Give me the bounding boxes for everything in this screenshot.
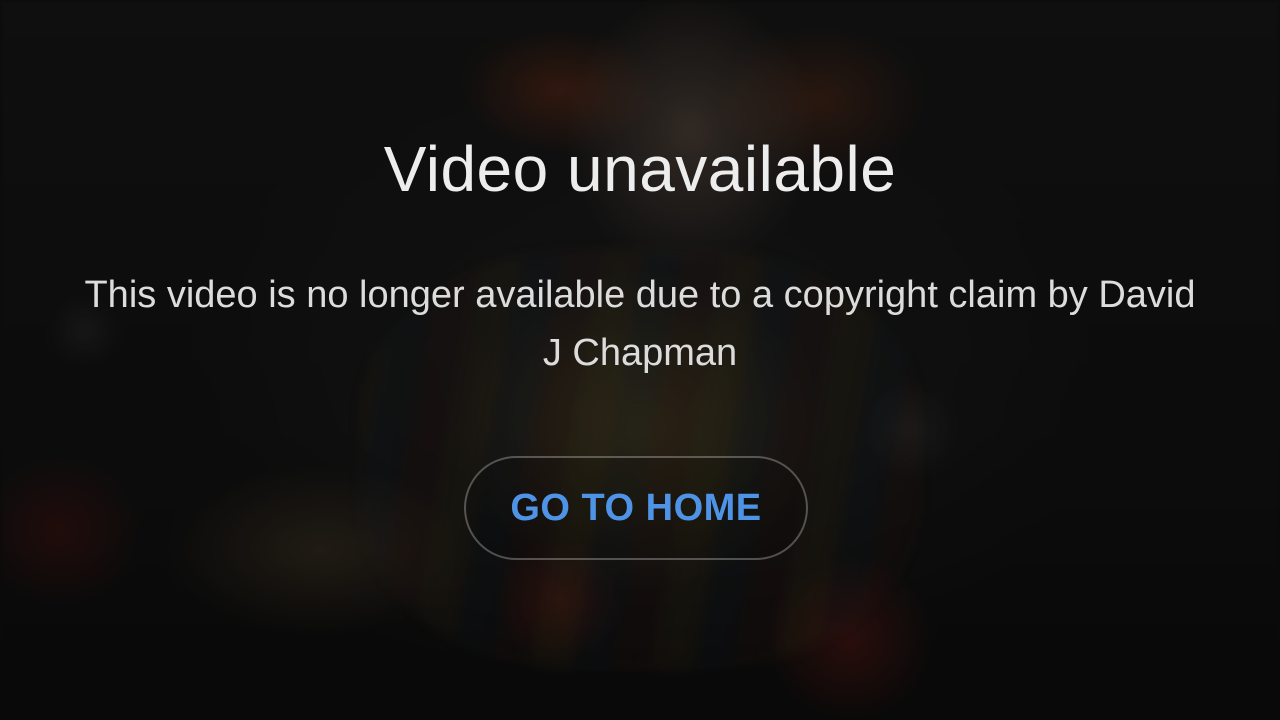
error-panel: Video unavailable This video is no longe…	[0, 0, 1280, 720]
error-title: Video unavailable	[383, 133, 897, 205]
error-message: This video is no longer available due to…	[84, 274, 1196, 374]
video-player-error-screen: Video unavailable This video is no longe…	[0, 0, 1280, 720]
go-to-home-button[interactable]: GO TO HOME	[464, 456, 808, 560]
